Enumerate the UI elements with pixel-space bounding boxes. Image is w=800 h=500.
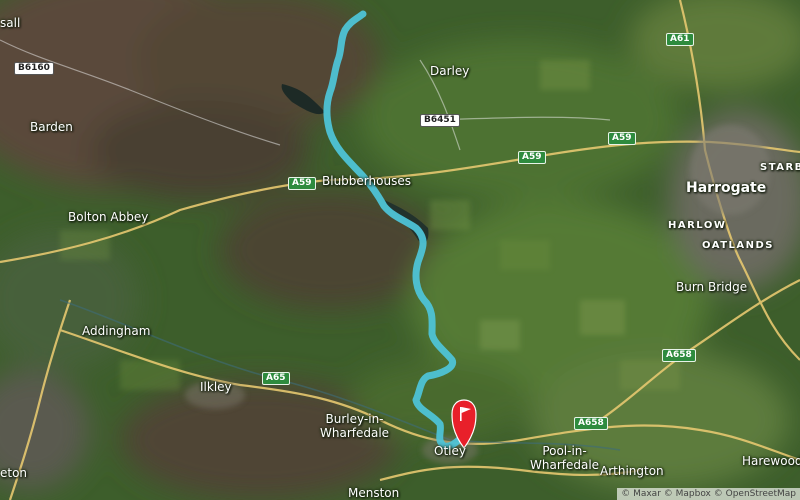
place-bolton-abbey: Bolton Abbey (68, 210, 149, 224)
map-attribution[interactable]: © Maxar © Mapbox © OpenStreetMap (617, 488, 800, 500)
road-shield-a59-east: A59 (608, 132, 636, 145)
place-harlow: HARLOW (668, 220, 727, 231)
place-eton: eton (0, 466, 28, 480)
road-shield-a658-north: A658 (662, 349, 696, 362)
road-shield-b6451: B6451 (420, 114, 460, 127)
place-burley-in-wharfedale: Burley-in- Wharfedale (320, 412, 390, 440)
place-darley: Darley (430, 64, 470, 78)
place-addingham: Addingham (82, 324, 151, 338)
place-menston: Menston (348, 486, 400, 500)
place-ilkley: Ilkley (200, 380, 232, 394)
road-shield-b6160: B6160 (14, 62, 54, 75)
place-burn-bridge: Burn Bridge (676, 280, 748, 294)
road-shield-a658-south: A658 (574, 417, 608, 430)
road-shield-a59-west: A59 (288, 177, 316, 190)
place-pool-in-wharfedale: Pool-in- Wharfedale (530, 444, 600, 472)
place-oatlands: OATLANDS (702, 240, 774, 251)
road-shield-a65: A65 (262, 372, 290, 385)
route-layer (323, 10, 477, 450)
flag-icon (460, 407, 462, 421)
road-shield-a59-mid: A59 (518, 151, 546, 164)
place-harewood: Harewood (742, 454, 800, 468)
place-otley: Otley (434, 444, 466, 458)
route-line[interactable] (323, 10, 468, 450)
road-shield-a61: A61 (666, 33, 694, 46)
place-starb: STARB (760, 162, 800, 173)
place-harrogate: Harrogate (686, 180, 767, 196)
place-barden: Barden (30, 120, 73, 134)
place-arthington: Arthington (600, 464, 664, 478)
map-canvas[interactable]: sall Barden Darley Blubberhouses Bolton … (0, 0, 800, 500)
place-blubberhouses: Blubberhouses (322, 174, 411, 188)
place-sall: sall (0, 16, 21, 30)
